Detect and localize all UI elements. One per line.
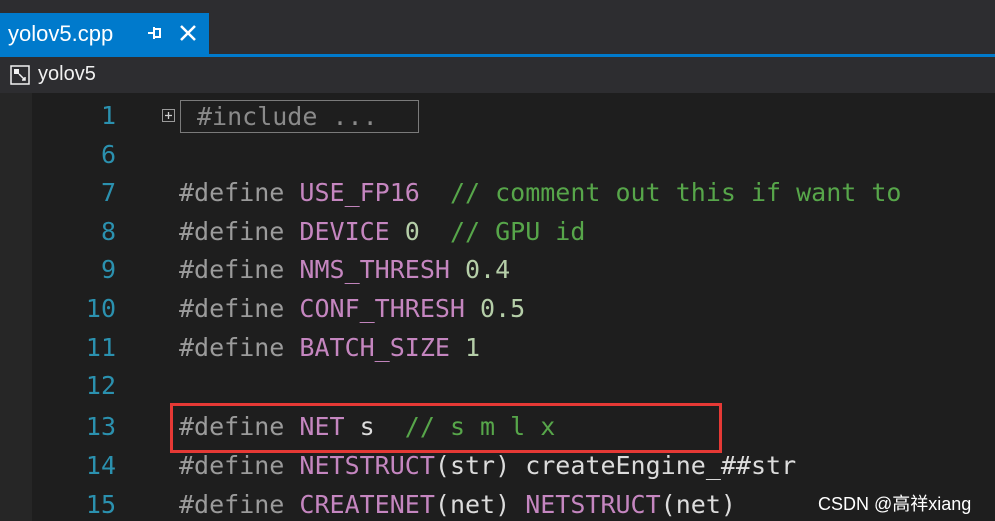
code-token: // GPU id	[419, 217, 586, 246]
line-number: 8	[100, 217, 116, 246]
code-token: #define	[179, 294, 300, 323]
code-token: NETSTRUCT	[525, 490, 661, 519]
code-token: #define	[179, 451, 300, 480]
code-token: #define	[179, 333, 300, 362]
line-number: 10	[85, 294, 116, 323]
code-text: #define NMS_THRESH 0.4	[179, 251, 510, 289]
project-label: yolov5	[38, 63, 96, 85]
code-line[interactable]: 12	[0, 367, 995, 405]
code-token: USE_FP16	[299, 178, 420, 207]
expand-icon[interactable]	[162, 109, 175, 122]
watermark: CSDN @高祥xiang	[818, 494, 972, 514]
code-text: #define DEVICE 0 // GPU id	[179, 213, 585, 251]
line-number: 13	[85, 412, 116, 441]
code-text: #define USE_FP16 // comment out this if …	[179, 174, 901, 212]
line-number: 9	[100, 255, 116, 284]
line-number: 7	[100, 178, 116, 207]
code-token: // comment out this if want to	[419, 178, 902, 207]
code-token: #define	[179, 255, 300, 284]
tab-title: yolov5.cpp	[8, 20, 114, 46]
code-token: #define	[179, 490, 300, 519]
code-line[interactable]: 11 #define BATCH_SIZE 1	[0, 329, 995, 367]
code-text: #define BATCH_SIZE 1	[179, 329, 480, 367]
code-line[interactable]: 8 #define DEVICE 0 // GPU id	[0, 213, 995, 251]
code-line[interactable]: 10 #define CONF_THRESH 0.5	[0, 290, 995, 328]
code-token: NETSTRUCT	[299, 451, 435, 480]
highlight-box	[170, 403, 722, 453]
line-number: 6	[100, 140, 116, 169]
code-token: #define	[179, 217, 300, 246]
line-number: 12	[85, 371, 116, 400]
line-number: 1	[100, 101, 116, 130]
code-line[interactable]: 1 #include ...	[0, 97, 995, 135]
project-icon	[10, 65, 30, 85]
code-text: #define CREATENET(net) NETSTRUCT(net)	[179, 486, 736, 521]
code-token: 0	[389, 217, 420, 246]
tab-bar: yolov5.cpp	[0, 0, 995, 54]
code-line[interactable]: 9 #define NMS_THRESH 0.4	[0, 251, 995, 289]
code-line[interactable]: 7 #define USE_FP16 // comment out this if…	[0, 174, 995, 212]
code-token: NMS_THRESH	[299, 255, 450, 284]
code-token: (net)	[434, 490, 526, 519]
code-token: 0.5	[465, 294, 526, 323]
code-text: #define CONF_THRESH 0.5	[179, 290, 525, 328]
file-tab[interactable]: yolov5.cpp	[0, 13, 209, 54]
line-number: 14	[85, 451, 116, 480]
pin-icon[interactable]	[146, 21, 164, 45]
code-token: 0.4	[449, 255, 511, 284]
collapsed-region[interactable]: #include ...	[180, 100, 419, 133]
code-token: CREATENET	[299, 490, 435, 519]
code-token: #define	[179, 178, 300, 207]
code-token: 1	[449, 333, 481, 362]
close-icon[interactable]	[177, 21, 199, 45]
code-line[interactable]: 6	[0, 136, 995, 174]
code-token: (str) createEngine_##str	[434, 451, 797, 480]
line-number: 15	[85, 490, 116, 519]
navigation-bar[interactable]: yolov5	[0, 54, 995, 93]
code-token: CONF_THRESH	[299, 294, 465, 323]
line-number: 11	[85, 333, 116, 362]
code-editor[interactable]: 1 #include ... 6 7 #define USE_FP16 // comme…	[0, 93, 995, 521]
code-token: (net)	[660, 490, 736, 519]
code-token: DEVICE	[299, 217, 390, 246]
code-token: BATCH_SIZE	[299, 333, 450, 362]
